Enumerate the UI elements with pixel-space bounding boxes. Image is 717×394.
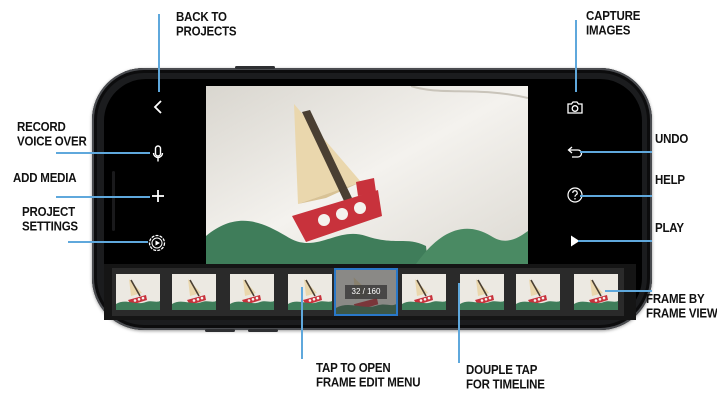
callout-line-back xyxy=(158,14,160,92)
side-button-bottom-1 xyxy=(205,329,235,332)
frame-counter: 32 / 160 xyxy=(345,285,387,299)
frame-thumbnail[interactable] xyxy=(516,274,560,310)
frame-thumbnail[interactable] xyxy=(116,274,160,310)
label-play: PLAY xyxy=(655,222,684,236)
frame-thumbnail[interactable] xyxy=(402,274,446,310)
back-chevron-icon[interactable] xyxy=(148,97,168,117)
callout-line-help xyxy=(580,195,652,197)
label-back-to-projects: BACK TO PROJECTS xyxy=(176,11,237,39)
frame-thumbnail[interactable] xyxy=(230,274,274,310)
side-button-top xyxy=(235,66,275,69)
settings-play-icon[interactable] xyxy=(146,232,168,254)
callout-line-capture xyxy=(575,20,577,92)
frame-thumbnail-image xyxy=(230,274,274,310)
notch-edge xyxy=(112,171,115,231)
callout-line-record xyxy=(56,152,150,154)
label-capture-images: CAPTURE IMAGES xyxy=(586,10,641,38)
frame-thumbnail[interactable] xyxy=(460,274,504,310)
frame-viewer[interactable] xyxy=(206,86,528,264)
callout-line-frame-view xyxy=(605,290,652,292)
label-double-tap-timeline: DOUPLE TAP FOR TIMELINE xyxy=(466,364,545,392)
frame-thumbnail-image xyxy=(116,274,160,310)
side-button-bottom-2 xyxy=(248,329,278,332)
label-frame-edit-menu: TAP TO OPEN FRAME EDIT MENU xyxy=(316,362,421,390)
frame-thumbnail[interactable] xyxy=(574,274,618,310)
callout-line-add-media xyxy=(56,196,150,198)
camera-icon[interactable] xyxy=(564,97,586,117)
callout-line-timeline xyxy=(458,283,460,363)
microphone-icon[interactable] xyxy=(148,143,168,165)
frame-thumbnail-image xyxy=(460,274,504,310)
callout-line-undo xyxy=(580,151,652,153)
frame-thumbnail-image xyxy=(402,274,446,310)
label-record-voice-over: RECORD VOICE OVER xyxy=(17,121,87,149)
frame-thumbnail[interactable] xyxy=(172,274,216,310)
label-project-settings: PROJECT SETTINGS xyxy=(22,206,78,234)
label-help: HELP xyxy=(655,174,685,188)
callout-line-play xyxy=(578,240,652,242)
plus-icon[interactable] xyxy=(148,186,168,206)
frame-thumbnail-image xyxy=(574,274,618,310)
frame-thumbnail[interactable] xyxy=(288,274,332,310)
callout-line-frame-edit xyxy=(301,287,303,359)
frame-thumbnail-image xyxy=(516,274,560,310)
label-undo: UNDO xyxy=(655,133,689,147)
boat-frame-image xyxy=(206,86,528,264)
label-frame-by-frame-view: FRAME BY FRAME VIEW xyxy=(646,293,717,321)
frame-thumbnail-image xyxy=(172,274,216,310)
callout-line-settings xyxy=(68,241,148,243)
label-add-media: ADD MEDIA xyxy=(13,172,77,186)
frame-thumbnail-image xyxy=(288,274,332,310)
